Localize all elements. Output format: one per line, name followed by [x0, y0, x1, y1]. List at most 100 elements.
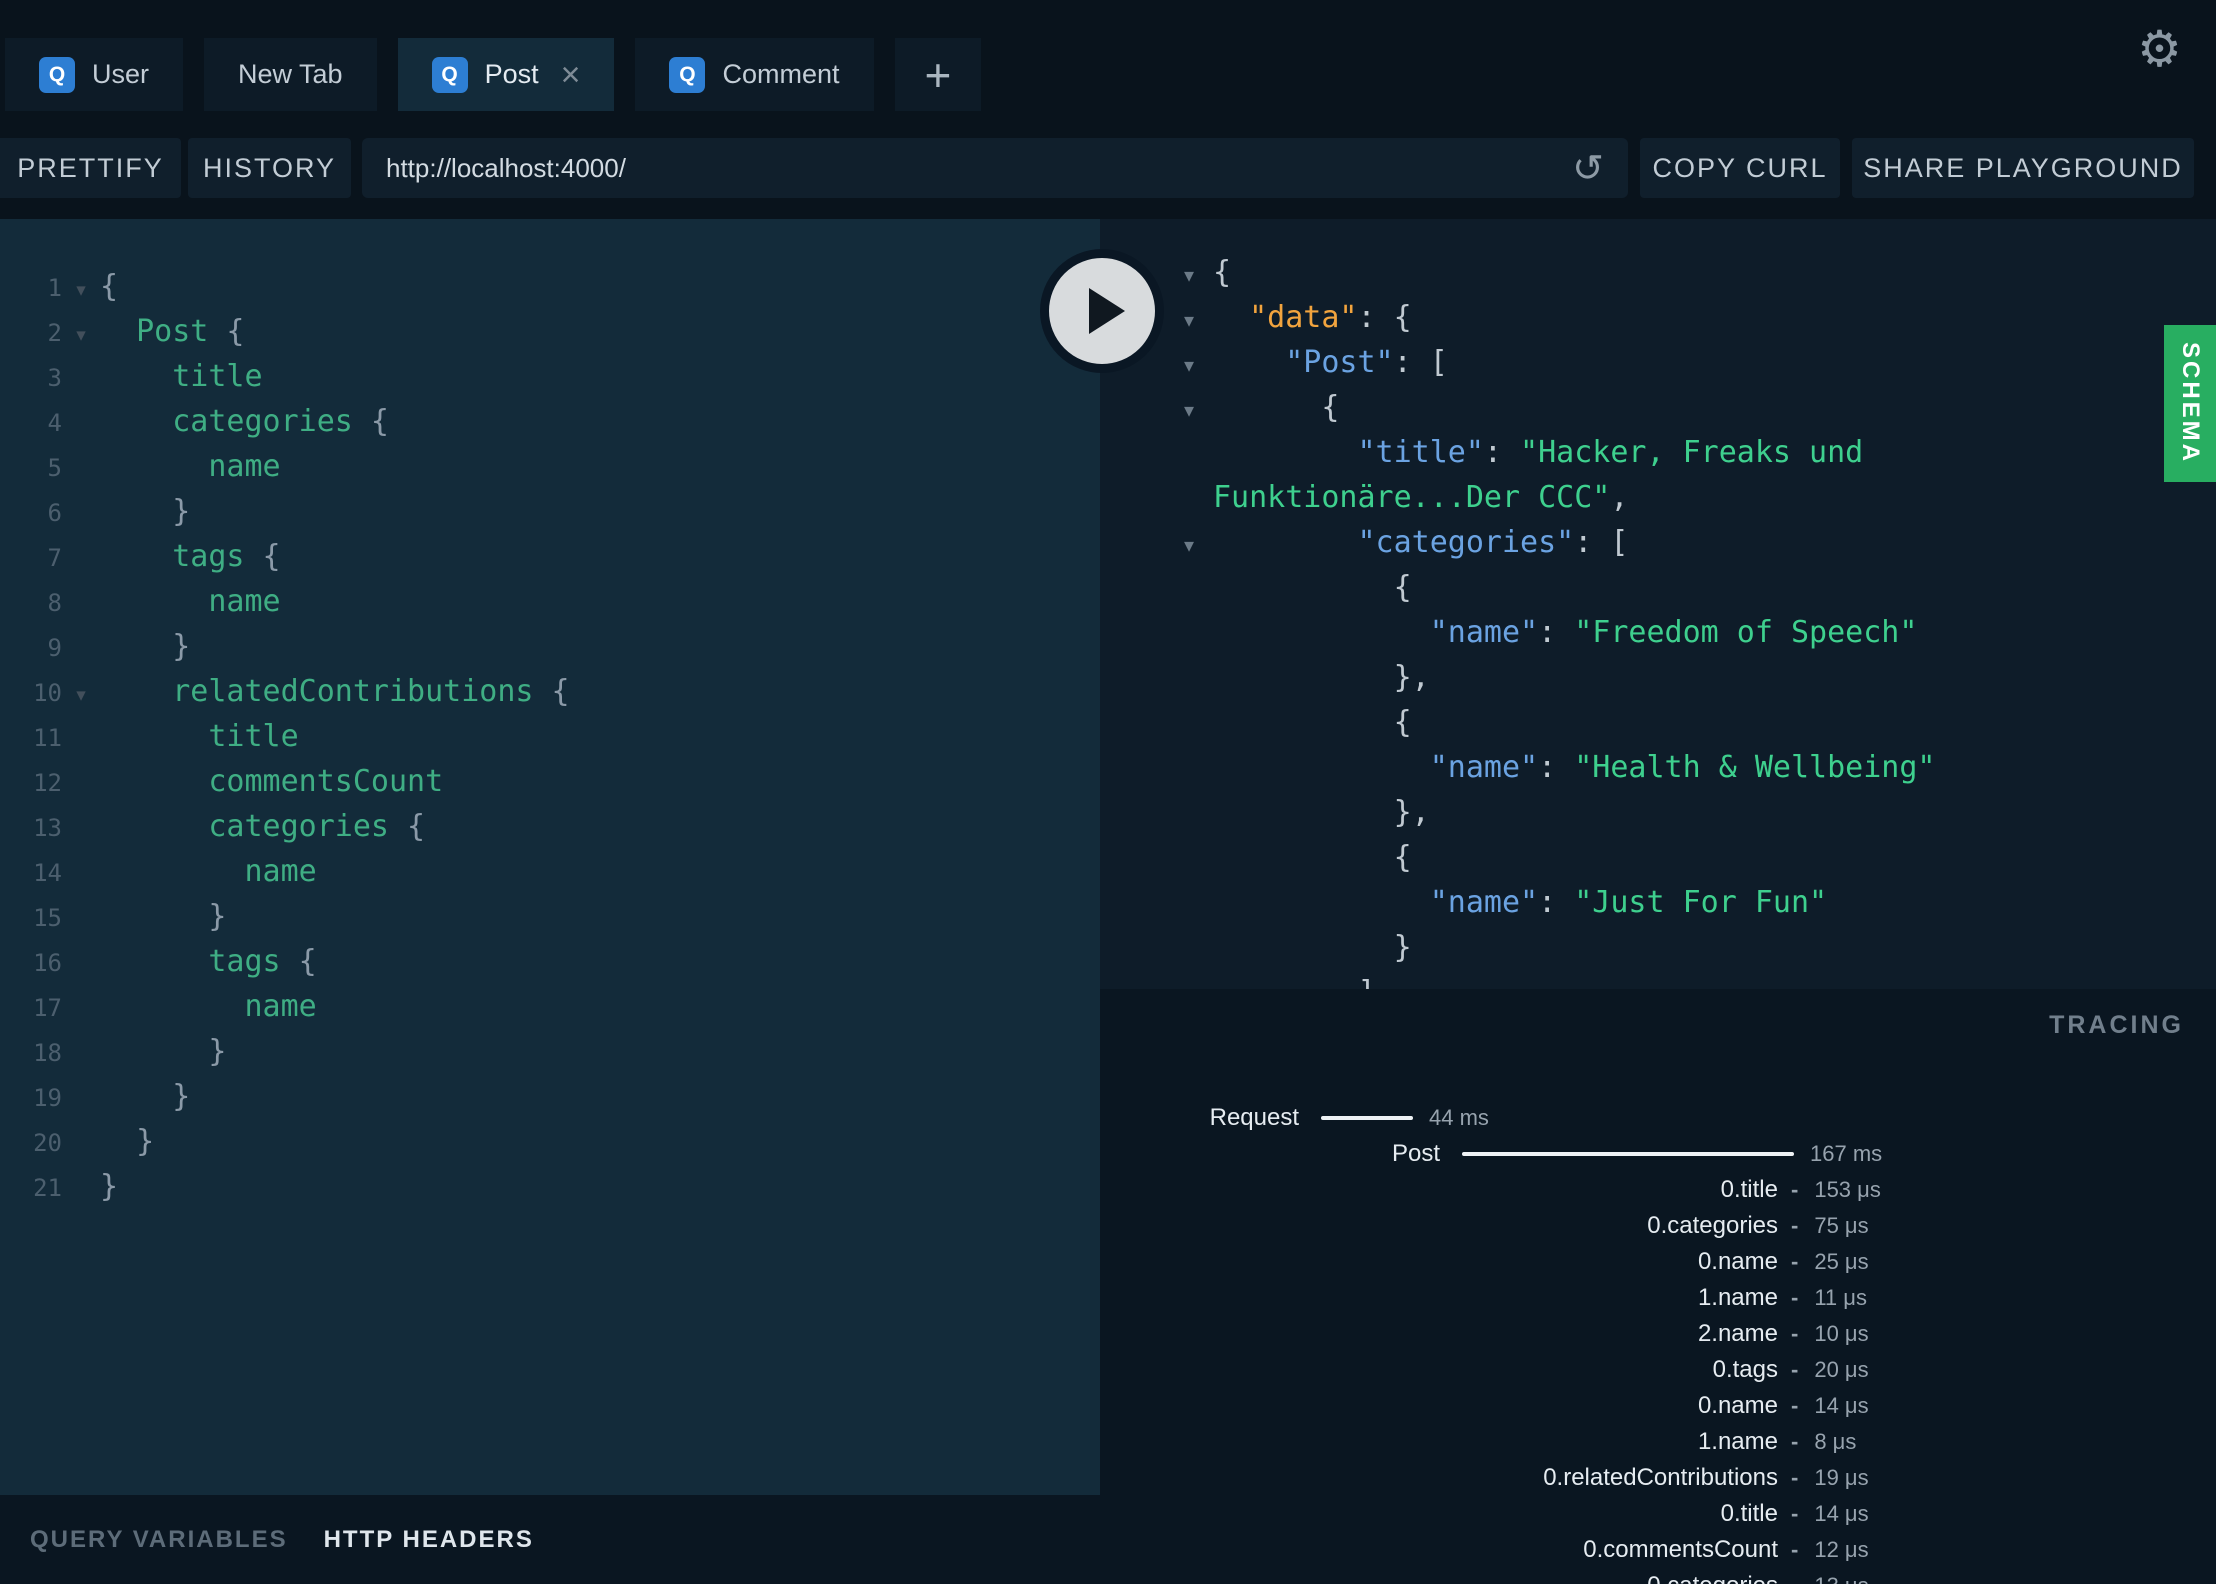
trace-time: 11 μs [1814, 1285, 1867, 1310]
code-line: }, [1100, 655, 2216, 700]
trace-label: 0.tags [1712, 1356, 1778, 1383]
history-button[interactable]: HISTORY [188, 138, 351, 198]
collapse-arrow-icon[interactable]: ▾ [1184, 298, 1213, 343]
query-badge-icon: Q [39, 56, 75, 93]
trace-label: 1.name [1697, 1428, 1778, 1455]
prettify-button[interactable]: PRETTIFY [0, 138, 181, 198]
trace-row: 0.relatedContributions -19 μs [1100, 1460, 2216, 1496]
code-line: 12 commentsCount [0, 759, 1100, 804]
trace-label: 0.name [1697, 1248, 1778, 1275]
copy-curl-button[interactable]: COPY CURL [1640, 138, 1840, 198]
editor-footer: QUERY VARIABLES HTTP HEADERS [0, 1495, 1100, 1584]
line-number: 17 [33, 994, 62, 1022]
trace-separator: - [1791, 1537, 1799, 1562]
endpoint-url-input[interactable]: http://localhost:4000/ ↺ [362, 138, 1628, 198]
execute-button[interactable] [1040, 249, 1164, 373]
code-line: "name": "Freedom of Speech" [1100, 610, 2216, 655]
tab-label: Post [484, 59, 539, 89]
trace-label: 0.commentsCount [1583, 1536, 1778, 1563]
code-line: 3 title [0, 354, 1100, 399]
line-number: 21 [33, 1174, 62, 1202]
trace-separator: - [1791, 1573, 1798, 1584]
reload-icon[interactable]: ↺ [1572, 149, 1604, 187]
code-line: 13 categories { [0, 804, 1100, 849]
code-text: } [136, 1124, 155, 1159]
trace-time: 153 μs [1814, 1177, 1881, 1202]
code-line: 8 name [0, 579, 1100, 624]
share-playground-button[interactable]: SHARE PLAYGROUND [1852, 138, 2194, 198]
collapse-arrow-icon[interactable]: ▾ [1184, 388, 1213, 433]
code-text: { [1393, 570, 1412, 605]
http-headers-tab[interactable]: HTTP HEADERS [324, 1526, 534, 1554]
tab-comment[interactable]: Q Comment [635, 38, 874, 111]
code-line: ▾ "Post": [ [1100, 340, 2216, 385]
trace-row: 0.tags -20 μs [1100, 1352, 2216, 1388]
code-text: { [1213, 255, 1232, 290]
code-text: }, [1393, 795, 1430, 830]
new-tab-button[interactable]: + [894, 38, 982, 111]
close-tab-icon[interactable]: × [561, 58, 581, 92]
code-text: "data": { [1249, 300, 1412, 335]
code-text: } [208, 1034, 227, 1069]
collapse-arrow-icon[interactable]: ▾ [62, 268, 100, 313]
trace-label: 0.name [1697, 1392, 1778, 1419]
trace-time: 44 ms [1429, 1105, 1489, 1130]
tab-label: New Tab [238, 59, 343, 89]
trace-row: 0.categories - 13 μs [1100, 1568, 2216, 1584]
code-text: name [208, 449, 281, 484]
code-line: 4 categories { [0, 399, 1100, 444]
collapse-arrow-icon[interactable]: ▾ [62, 313, 100, 358]
query-variables-tab[interactable]: QUERY VARIABLES [30, 1526, 288, 1554]
trace-time: 75 μs [1814, 1213, 1869, 1238]
code-text: name [208, 584, 281, 619]
code-line: ] [1100, 970, 2216, 989]
code-line: 14 name [0, 849, 1100, 894]
line-number: 9 [47, 634, 62, 662]
code-text: { [1393, 840, 1412, 875]
code-text: name [244, 989, 317, 1024]
trace-label: 1.name [1697, 1284, 1778, 1311]
line-number: 4 [47, 409, 62, 437]
code-text: } [172, 494, 191, 529]
line-number: 12 [33, 769, 62, 797]
collapse-arrow-icon[interactable]: ▾ [1184, 523, 1213, 568]
line-number: 7 [47, 544, 62, 572]
line-number: 19 [33, 1084, 62, 1112]
code-line: ▾ "data": { [1100, 295, 2216, 340]
code-text: Post { [136, 314, 245, 349]
trace-row: Request 44 ms [1100, 1100, 2216, 1136]
code-text: } [1393, 930, 1412, 965]
trace-row: 0.name -14 μs [1100, 1388, 2216, 1424]
collapse-arrow-icon[interactable]: ▾ [62, 673, 100, 718]
schema-tab[interactable]: SCHEMA [2164, 325, 2216, 482]
collapse-arrow-icon[interactable]: ▾ [1184, 253, 1213, 298]
code-text: { [1321, 390, 1340, 425]
tab-post[interactable]: Q Post × [397, 38, 615, 111]
tab-user[interactable]: Q User [5, 38, 184, 111]
settings-gear-icon[interactable]: ⚙ [2137, 24, 2182, 74]
collapse-arrow-icon[interactable]: ▾ [1184, 343, 1213, 388]
code-line: "name": "Health & Wellbeing" [1100, 745, 2216, 790]
code-line: { [1100, 700, 2216, 745]
code-text: "Post": [ [1285, 345, 1448, 380]
trace-row: 1.name -8 μs [1100, 1424, 2216, 1460]
trace-row: 0.title -14 μs [1100, 1496, 2216, 1532]
trace-row: 0.commentsCount -12 μs [1100, 1532, 2216, 1568]
trace-label: Request [1209, 1104, 1299, 1131]
trace-row: 0.categories -75 μs [1100, 1208, 2216, 1244]
code-line: 19} [0, 1074, 1100, 1119]
tab-new-tab[interactable]: New Tab [204, 38, 377, 111]
code-text: ] [1213, 975, 1375, 989]
trace-row: 0.title -153 μs [1100, 1172, 2216, 1208]
query-editor[interactable]: 1 ▾{2 ▾ Post {3 title 4 categories {5 name 6} 7 ta… [0, 219, 1100, 1495]
code-line: 16 tags { [0, 939, 1100, 984]
code-line: 15} [0, 894, 1100, 939]
code-line: ▾ "categories": [ [1100, 520, 2216, 565]
trace-duration-bar [1462, 1152, 1794, 1156]
trace-time: 19 μs [1814, 1465, 1869, 1490]
line-number: 5 [47, 454, 62, 482]
code-text: { [1393, 705, 1412, 740]
trace-rows: Request 44 ms Post 167 ms 0.title -153 μs 0.ca… [1100, 1100, 2216, 1584]
trace-row: 2.name -10 μs [1100, 1316, 2216, 1352]
code-text: } [172, 1079, 191, 1114]
